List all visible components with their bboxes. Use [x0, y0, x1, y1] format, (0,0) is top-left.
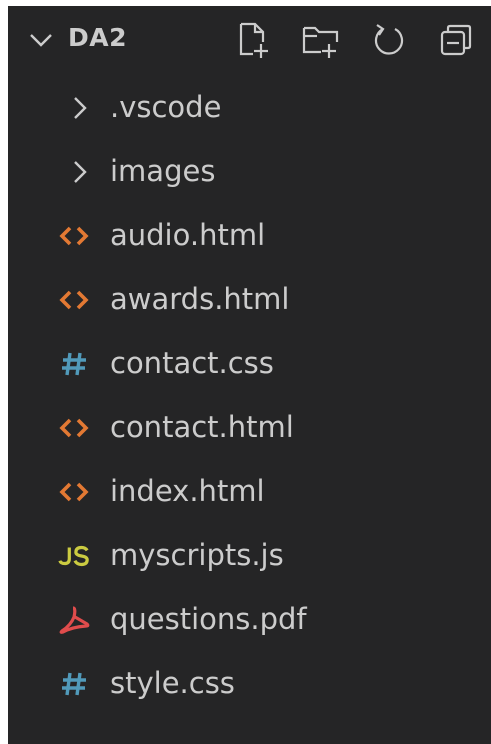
tree-item-label: index.html — [110, 474, 265, 508]
refresh-button[interactable] — [369, 20, 409, 60]
tree-item-myscripts-js[interactable]: myscripts.js — [8, 524, 491, 586]
new-folder-icon — [302, 26, 339, 58]
tree-item-label: style.css — [110, 666, 235, 700]
tree-item-contact-css[interactable]: contact.css — [8, 332, 491, 394]
tree-item-audio-html[interactable]: audio.html — [8, 204, 491, 266]
tree-item-label: audio.html — [110, 218, 266, 252]
tree-item-label: awards.html — [110, 282, 290, 316]
tree-item-vscode-folder[interactable]: .vscode — [8, 76, 491, 138]
tree-item-images-folder[interactable]: images — [8, 140, 491, 202]
css-file-icon — [58, 349, 90, 379]
chevron-right-icon[interactable] — [64, 93, 96, 123]
explorer-header[interactable]: DA2 — [8, 6, 491, 74]
new-file-icon — [239, 22, 268, 58]
tree-item-label: contact.html — [110, 410, 294, 444]
collapse-all-button[interactable] — [436, 20, 476, 60]
pdf-file-icon — [58, 605, 90, 635]
chevron-right-icon[interactable] — [64, 157, 96, 187]
html-file-icon — [58, 221, 90, 251]
tree-item-awards-html[interactable]: awards.html — [8, 268, 491, 330]
tree-item-label: .vscode — [110, 90, 222, 124]
workspace-title: DA2 — [68, 23, 127, 52]
collapse-all-icon — [440, 24, 472, 56]
tree-item-index-html[interactable]: index.html — [8, 460, 491, 522]
tree-item-label: myscripts.js — [110, 538, 284, 572]
refresh-icon — [374, 24, 404, 55]
html-file-icon — [58, 477, 90, 507]
tree-item-label: questions.pdf — [110, 602, 307, 636]
js-file-icon — [58, 541, 90, 571]
tree-item-label: images — [110, 154, 216, 188]
html-file-icon — [58, 413, 90, 443]
tree-item-style-css[interactable]: style.css — [8, 652, 491, 714]
file-explorer: DA2 .vscode images audio.html awards.htm… — [8, 6, 491, 744]
css-file-icon — [58, 669, 90, 699]
tree-item-label: contact.css — [110, 346, 274, 380]
new-folder-button[interactable] — [301, 20, 341, 60]
tree-item-questions-pdf[interactable]: questions.pdf — [8, 588, 491, 650]
tree-item-contact-html[interactable]: contact.html — [8, 396, 491, 458]
new-file-button[interactable] — [233, 20, 273, 60]
chevron-down-icon[interactable] — [28, 29, 54, 51]
html-file-icon — [58, 285, 90, 315]
